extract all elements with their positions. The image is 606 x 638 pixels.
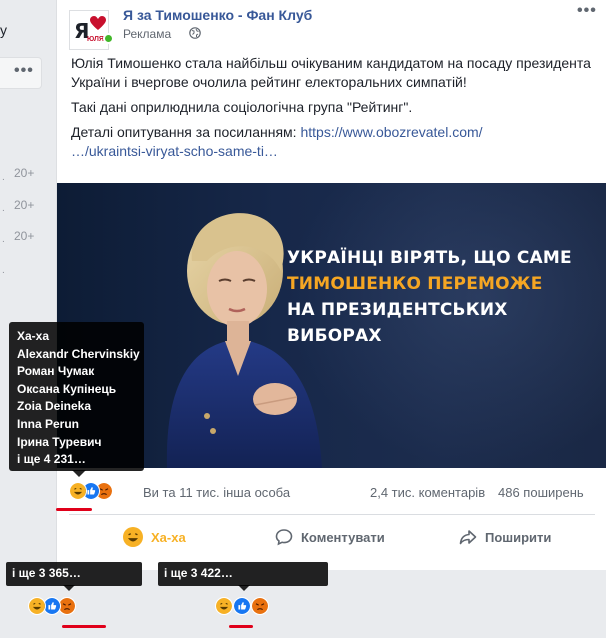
- post-options-icon[interactable]: •••: [577, 2, 597, 20]
- sidebar-tick: .: [2, 172, 5, 183]
- headline-line-2: ТИМОШЕНКО ПЕРЕМОЖЕ: [287, 274, 543, 294]
- heart-icon: [90, 16, 106, 30]
- post-text: Юлія Тимошенко стала найбільш очікуваним…: [71, 54, 599, 167]
- page-avatar[interactable]: Я ЮЛЯ: [69, 10, 109, 50]
- reaction-icons-crop-right[interactable]: [215, 597, 275, 617]
- avatar-sub-label: ЮЛЯ: [87, 36, 104, 43]
- reactions-count-text[interactable]: Ви та 11 тис. інша особа: [143, 485, 290, 500]
- online-indicator: [103, 33, 114, 44]
- actions-divider: [69, 514, 595, 515]
- post-paragraph-3: Деталі опитування за посиланням: https:/…: [71, 123, 599, 161]
- annotation-underline: [229, 625, 253, 628]
- annotation-underline: [56, 508, 90, 511]
- tooltip-name: Inna Perun: [17, 416, 80, 431]
- haha-button-label: Ха-ха: [151, 529, 186, 545]
- like-reaction-icon[interactable]: [233, 597, 251, 615]
- sidebar-count-3: 20+: [14, 229, 35, 243]
- annotation-underline: [62, 625, 106, 628]
- tooltip-name: Alexandr Chervinskiy: [17, 346, 140, 361]
- haha-reaction-button[interactable]: Ха-ха: [123, 524, 186, 550]
- page-name-link[interactable]: Я за Тимошенко - Фан Клуб: [123, 7, 312, 23]
- post-link[interactable]: https://www.obozrevatel.com/: [300, 124, 482, 140]
- reaction-icons-crop-left[interactable]: [28, 597, 88, 617]
- tooltip-arrow: [238, 585, 250, 591]
- tooltip-arrow: [63, 585, 75, 591]
- sidebar-partial-label: у: [0, 22, 7, 38]
- tooltip-name: Оксана Купінець: [17, 381, 117, 396]
- comment-icon: [275, 529, 293, 546]
- share-icon: [459, 530, 477, 545]
- tooltip-more: і ще 4 231…: [17, 452, 86, 467]
- sidebar-tick: .: [2, 265, 5, 276]
- like-reactors-tooltip-right: і ще 3 422…: [158, 562, 328, 586]
- sponsored-label[interactable]: Реклама: [123, 27, 171, 41]
- tooltip-name: Ірина Туревич: [17, 434, 102, 449]
- tooltip-name: Роман Чумак: [17, 364, 95, 379]
- haha-reaction-icon[interactable]: [28, 597, 46, 615]
- share-button[interactable]: Поширити: [459, 524, 551, 550]
- sponsored-post: Я ЮЛЯ Я за Тимошенко - Фан Клуб Реклама …: [56, 0, 606, 570]
- comment-button-label: Коментувати: [301, 529, 385, 545]
- haha-reaction-icon[interactable]: [69, 482, 87, 500]
- comment-button[interactable]: Коментувати: [275, 524, 385, 550]
- left-sidebar: у ••• 20+ 20+ 20+ . . . .: [0, 0, 50, 638]
- sidebar-count-1: 20+: [14, 166, 35, 180]
- sidebar-tick: .: [2, 203, 5, 214]
- headline-line-3: НА ПРЕЗИДЕНТСЬКИХ ВИБОРАХ: [287, 300, 508, 346]
- post-paragraph-2: Такі дані оприлюднила соціологічна група…: [71, 99, 413, 115]
- post-link-prefix: Деталі опитування за посиланням:: [71, 124, 301, 140]
- shares-count[interactable]: 486 поширень: [498, 485, 584, 500]
- reaction-summary: Ви та 11 тис. інша особа 2,4 тис. комент…: [57, 480, 606, 504]
- haha-reactors-tooltip: Ха-ха Alexandr Chervinskiy Роман Чумак О…: [9, 322, 144, 471]
- haha-icon: [123, 527, 143, 547]
- sidebar-count-2: 20+: [14, 198, 35, 212]
- image-headline: УКРАЇНЦІ ВІРЯТЬ, ЩО САМЕ ТИМОШЕНКО ПЕРЕМ…: [287, 245, 606, 349]
- sidebar-tick: .: [2, 234, 5, 245]
- angry-reactors-tooltip-left: і ще 3 365…: [6, 562, 142, 586]
- haha-reaction-icon[interactable]: [215, 597, 233, 615]
- tooltip-arrow: [72, 470, 86, 477]
- reaction-icons[interactable]: [69, 482, 129, 502]
- post-paragraph-1: Юлія Тимошенко стала найбільш очікуваним…: [71, 55, 591, 90]
- globe-icon: [189, 27, 201, 39]
- share-button-label: Поширити: [485, 529, 552, 545]
- tooltip-title: Ха-ха: [17, 329, 50, 343]
- sidebar-more-icon[interactable]: •••: [14, 62, 34, 80]
- headline-line-1: УКРАЇНЦІ ВІРЯТЬ, ЩО САМЕ: [287, 248, 572, 268]
- angry-reaction-icon[interactable]: [251, 597, 269, 615]
- tooltip-name: Zoia Deineka: [17, 399, 92, 414]
- post-link-continuation[interactable]: …/ukraintsi-viryat-scho-same-ti…: [71, 142, 599, 161]
- comments-count[interactable]: 2,4 тис. коментарів: [370, 485, 485, 500]
